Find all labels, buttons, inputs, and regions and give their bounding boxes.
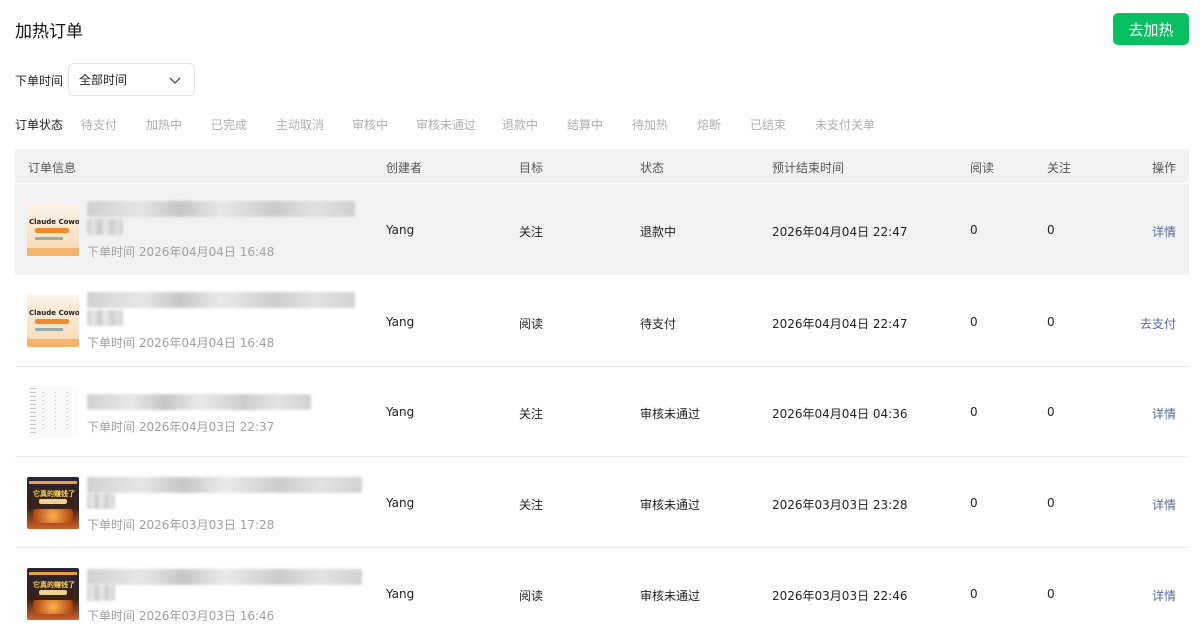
creator: Yang: [386, 315, 415, 329]
column-header-order-info: 订单信息: [28, 161, 77, 175]
dark-poster-thumbnail: 它真的赚钱了: [27, 568, 79, 620]
follows-count: 0: [1047, 223, 1055, 237]
follows-count: 0: [1047, 405, 1055, 419]
status-tab-cancelled[interactable]: 主动取消: [276, 116, 324, 133]
claude-cowork-thumbnail: Claude Cowork: [27, 295, 79, 347]
status-tab-rejected[interactable]: 审核未通过: [416, 116, 476, 133]
column-header-actions: 操作: [1151, 161, 1176, 175]
follows-count: 0: [1047, 315, 1055, 329]
creator: Yang: [386, 405, 415, 419]
reads-count: 0: [970, 587, 978, 601]
details-link[interactable]: 详情: [1152, 405, 1176, 422]
target: 关注: [519, 407, 544, 421]
order-time: 下单时间 2026年03月03日 16:46: [87, 609, 275, 623]
status: 审核未通过: [640, 498, 701, 512]
text-document-thumbnail: [27, 386, 79, 438]
creator: Yang: [386, 496, 415, 510]
order-time: 下单时间 2026年04月04日 16:48: [87, 245, 275, 259]
table-header: 订单信息 创建者 目标 状态 预计结束时间 阅读 关注 操作: [15, 149, 1189, 183]
table-row: 下单时间 2026年04月03日 22:37 Yang 关注 审核未通过 202…: [15, 367, 1189, 457]
reads-count: 0: [970, 223, 978, 237]
pay-link[interactable]: 去支付: [1140, 315, 1176, 332]
status-tab-boosting[interactable]: 加热中: [146, 116, 182, 133]
page-title: 加热订单: [15, 22, 83, 42]
order-status-label: 订单状态: [15, 118, 64, 132]
column-header-end-time: 预计结束时间: [772, 161, 845, 175]
details-link[interactable]: 详情: [1152, 496, 1176, 513]
target: 关注: [519, 225, 544, 239]
order-time: 下单时间 2026年04月04日 16:48: [87, 336, 275, 350]
claude-cowork-thumbnail: Claude Cowork: [27, 204, 79, 256]
creator: Yang: [386, 587, 415, 601]
target: 阅读: [519, 317, 544, 331]
table-row: 它真的赚钱了 下单时间 2026年03月03日 17:28 Yang 关注 审核…: [15, 457, 1189, 548]
status: 审核未通过: [640, 407, 701, 421]
details-link[interactable]: 详情: [1152, 223, 1176, 240]
status-tab-unpaid-closed[interactable]: 未支付关单: [815, 116, 875, 133]
column-header-reads: 阅读: [970, 161, 995, 175]
target: 关注: [519, 498, 544, 512]
table-row: 它真的赚钱了 下单时间 2026年03月03日 16:46 Yang 阅读 审核…: [15, 548, 1189, 634]
status-tab-ended[interactable]: 已结束: [750, 116, 786, 133]
order-time-select[interactable]: 全部时间: [68, 63, 195, 96]
end-time: 2026年04月04日 22:47: [772, 225, 908, 239]
end-time: 2026年04月04日 22:47: [772, 317, 908, 331]
order-time: 下单时间 2026年04月03日 22:37: [87, 420, 275, 434]
column-header-creator: 创建者: [386, 161, 423, 175]
status-tab-circuit-break[interactable]: 熔断: [697, 116, 721, 133]
status: 审核未通过: [640, 589, 701, 603]
table-row: Claude Cowork 下单时间 2026年04月04日 16:48 Yan…: [15, 275, 1189, 367]
details-link[interactable]: 详情: [1152, 587, 1176, 604]
status-tab-awaiting-boost[interactable]: 待加热: [632, 116, 668, 133]
reads-count: 0: [970, 315, 978, 329]
follows-count: 0: [1047, 496, 1055, 510]
status: 退款中: [640, 225, 677, 239]
column-header-follows: 关注: [1047, 161, 1072, 175]
target: 阅读: [519, 589, 544, 603]
status-tab-pending-payment[interactable]: 待支付: [81, 116, 117, 133]
status-tab-completed[interactable]: 已完成: [211, 116, 247, 133]
follows-count: 0: [1047, 587, 1055, 601]
order-time-select-value: 全部时间: [79, 73, 128, 87]
order-time: 下单时间 2026年03月03日 17:28: [87, 518, 275, 532]
reads-count: 0: [970, 496, 978, 510]
end-time: 2026年04月04日 04:36: [772, 407, 908, 421]
status-tab-reviewing[interactable]: 审核中: [352, 116, 388, 133]
order-time-label: 下单时间: [15, 74, 64, 88]
end-time: 2026年03月03日 22:46: [772, 589, 908, 603]
reads-count: 0: [970, 405, 978, 419]
column-header-status: 状态: [640, 161, 665, 175]
status: 待支付: [640, 317, 677, 331]
status-tab-settling[interactable]: 结算中: [567, 116, 603, 133]
end-time: 2026年03月03日 23:28: [772, 498, 908, 512]
chevron-down-icon: [169, 77, 181, 84]
dark-poster-thumbnail: 它真的赚钱了: [27, 477, 79, 529]
status-tab-refunding[interactable]: 退款中: [502, 116, 538, 133]
column-header-target: 目标: [519, 161, 544, 175]
creator: Yang: [386, 223, 415, 237]
boost-button[interactable]: 去加热: [1113, 13, 1189, 45]
table-row: Claude Cowork 下单时间 2026年04月04日 16:48 Yan…: [15, 184, 1189, 275]
